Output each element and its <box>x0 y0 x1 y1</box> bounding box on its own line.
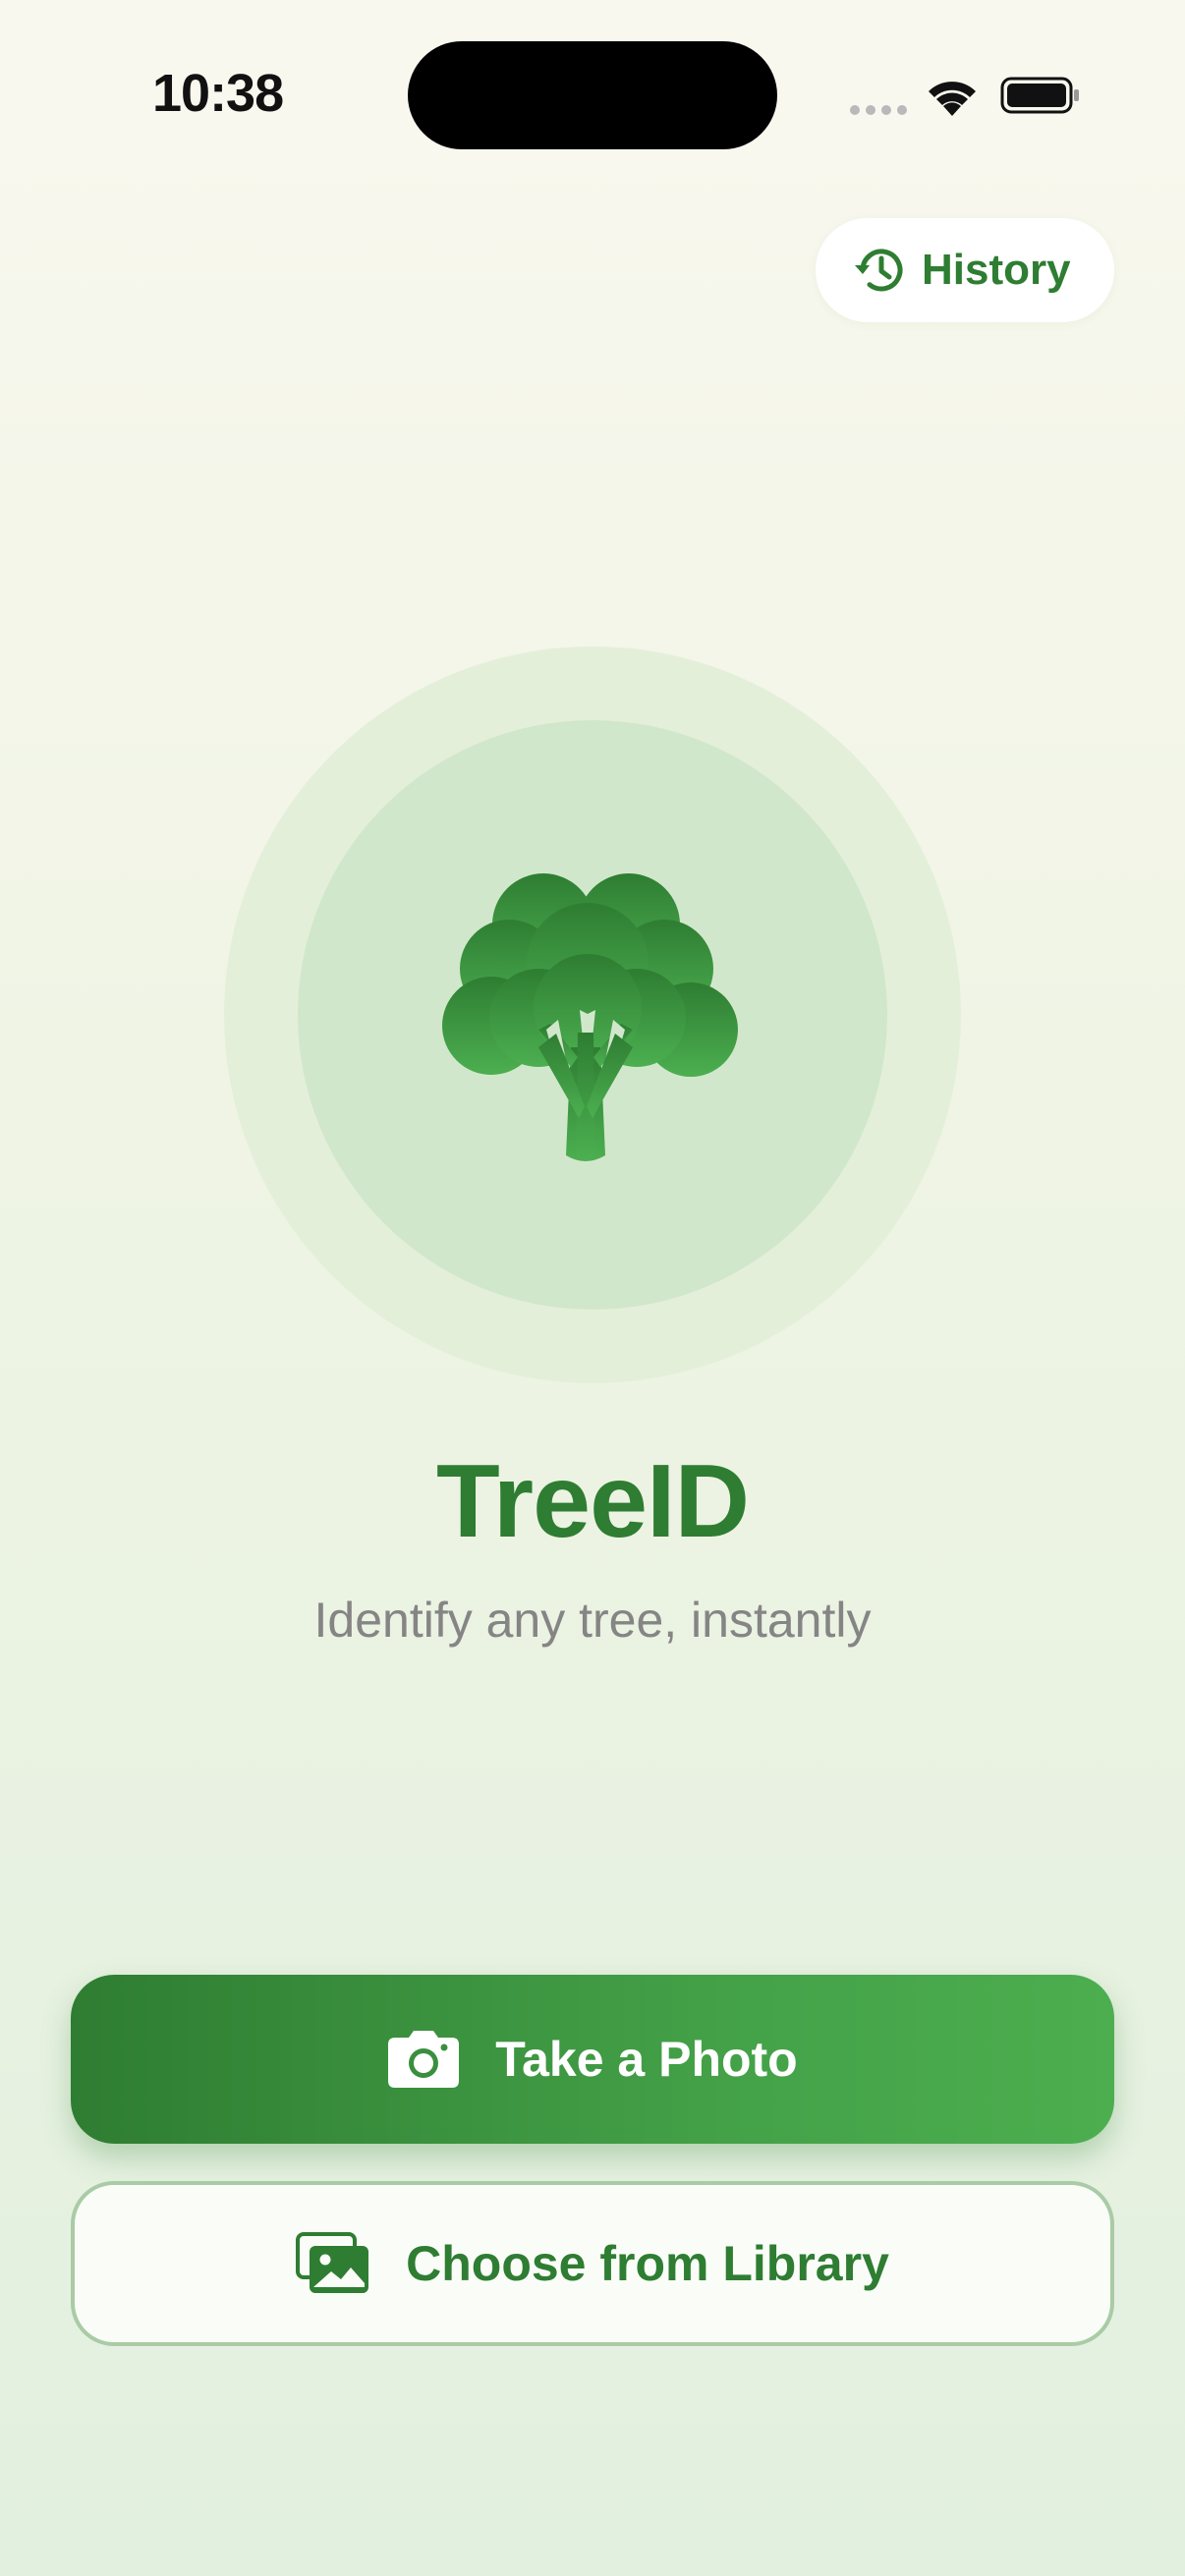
app-title: TreeID <box>435 1443 750 1559</box>
wifi-icon <box>929 82 976 116</box>
history-clock-icon <box>855 249 903 292</box>
choose-from-library-button[interactable]: Choose from Library <box>71 2181 1114 2346</box>
status-bar: 10:38 <box>0 0 1185 196</box>
tree-icon <box>442 873 738 1161</box>
take-photo-button[interactable]: Take a Photo <box>71 1975 1114 2144</box>
app-subtitle: Identify any tree, instantly <box>313 1593 872 1648</box>
battery-icon <box>1000 77 1079 114</box>
choose-from-library-label: Choose from Library <box>406 2236 889 2291</box>
history-button[interactable]: History <box>816 218 1114 322</box>
photo-library-icon <box>296 2232 369 2293</box>
history-label: History <box>922 246 1071 294</box>
status-time: 10:38 <box>152 64 284 123</box>
camera-icon <box>388 2031 460 2088</box>
cellular-signal-icon <box>850 105 907 115</box>
take-photo-label: Take a Photo <box>495 2032 798 2087</box>
dynamic-island <box>408 41 777 149</box>
